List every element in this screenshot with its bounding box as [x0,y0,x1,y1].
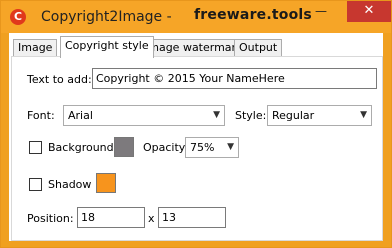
close-button[interactable]: ✕ [347,1,391,22]
chevron-down-icon: ▼ [360,110,367,120]
title-bar[interactable]: C Copyright2Image - freeware.tools — ✕ [1,1,391,33]
font-select[interactable]: Arial ▼ [63,105,225,126]
text-to-add-label: Text to add: [27,73,92,86]
opacity-select-value: 75% [190,141,215,154]
app-logo-icon: C [10,9,26,25]
position-x-input[interactable]: 18 [77,207,145,228]
opacity-select[interactable]: 75% ▼ [185,137,239,158]
position-label: Position: [27,212,74,225]
style-label: Style: [235,109,267,122]
position-y-input[interactable]: 13 [158,207,226,228]
background-color-swatch[interactable] [114,137,134,157]
style-select-value: Regular [272,109,315,122]
tab-output[interactable]: Output [234,39,283,57]
chevron-down-icon: ▼ [227,142,234,152]
app-window: C Copyright2Image - freeware.tools — ✕ I… [0,0,392,248]
tab-image-watermark[interactable]: Image watermark [140,39,248,57]
style-select[interactable]: Regular ▼ [267,105,372,126]
opacity-label: Opacity: [143,141,189,154]
client-area: Image Copyright style Image watermark Ou… [9,33,383,241]
tab-image[interactable]: Image [13,39,58,57]
shadow-label[interactable]: Shadow [48,178,91,191]
chevron-down-icon: ▼ [213,110,220,120]
tab-bar: Image Copyright style Image watermark Ou… [9,36,383,58]
font-select-value: Arial [68,109,93,122]
tab-copyright-style[interactable]: Copyright style [60,36,154,58]
position-separator: x [148,212,155,225]
shadow-color-swatch[interactable] [96,173,116,193]
font-label: Font: [27,109,55,122]
minimize-button[interactable]: — [308,1,334,22]
site-title: freeware.tools [194,7,312,23]
text-to-add-input[interactable]: Copyright © 2015 Your NameHere [92,68,377,89]
background-checkbox[interactable] [29,141,42,154]
copyright-style-panel: Text to add: Copyright © 2015 Your NameH… [11,56,383,241]
background-label[interactable]: Background [48,141,114,154]
shadow-checkbox[interactable] [29,178,42,191]
window-title: Copyright2Image - [41,9,172,25]
